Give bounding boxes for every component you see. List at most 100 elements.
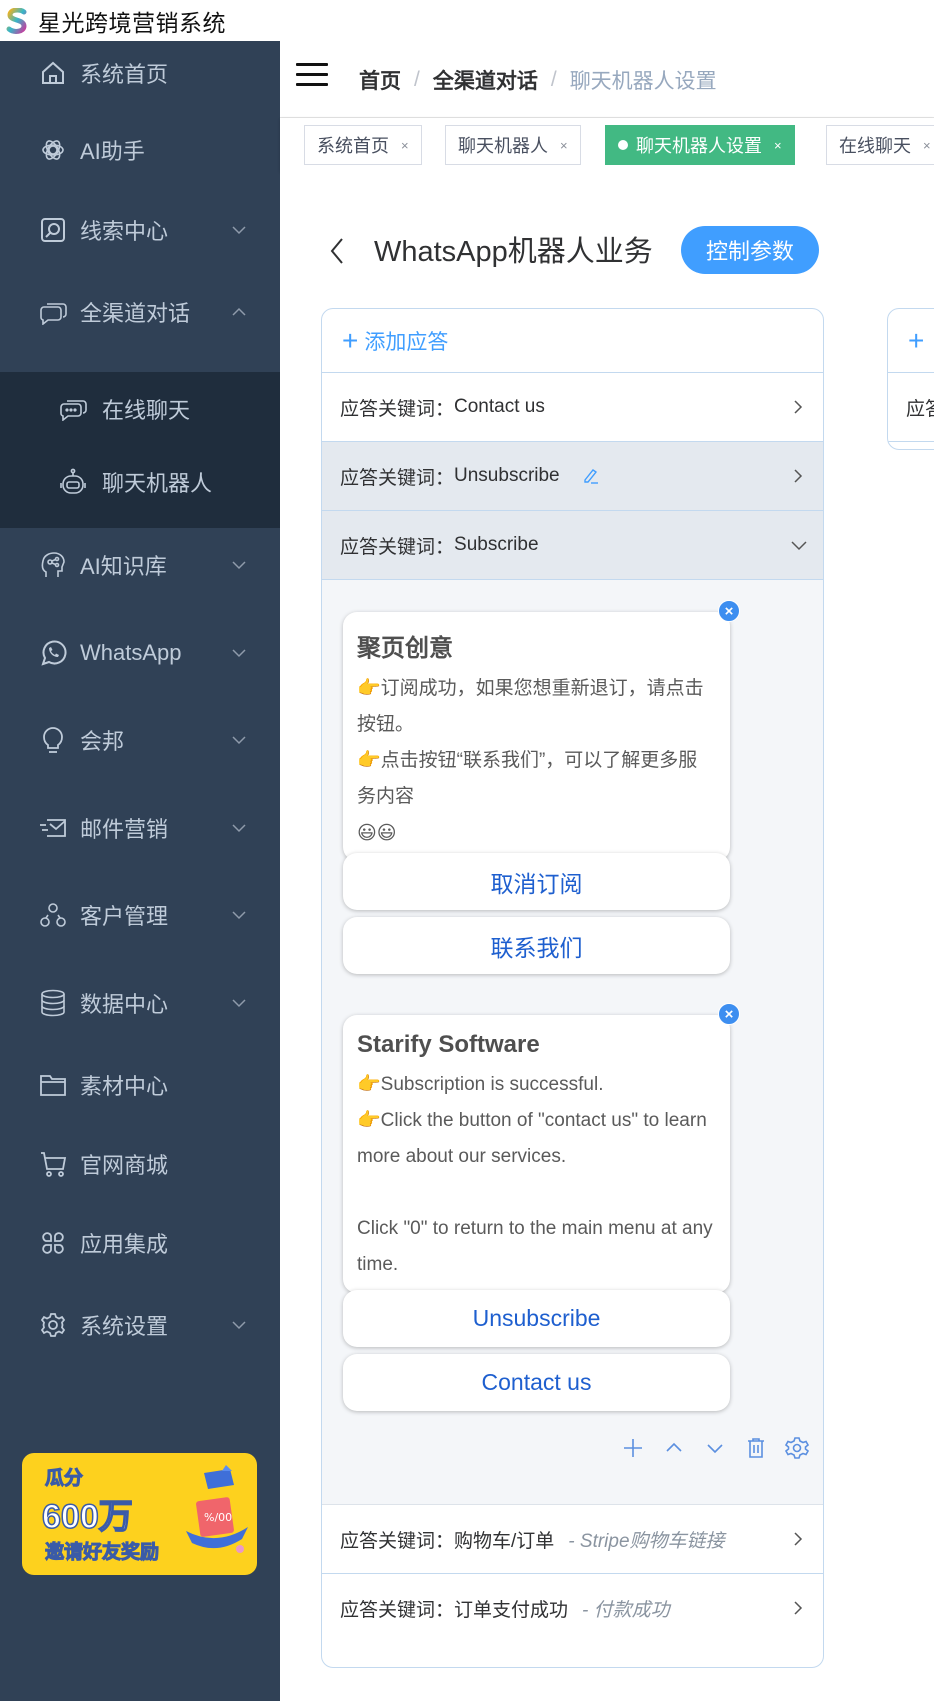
message-card[interactable]: × Starify Software 👉Subscription is succ… (343, 1003, 740, 1293)
apps-icon (38, 1228, 68, 1258)
sidebar-item-label: AI助手 (80, 139, 145, 164)
sidebar-item-label: 客户管理 (80, 904, 169, 929)
reply-button-contact-us[interactable]: Contact us (343, 1354, 730, 1411)
sidebar-item-label: 系统首页 (80, 62, 169, 87)
robot-icon (58, 467, 88, 497)
reply-button-unsubscribe[interactable]: Unsubscribe (343, 1290, 730, 1347)
close-icon[interactable]: × (560, 138, 568, 153)
response-panel-secondary: + 应答 (887, 308, 934, 450)
sidebar-item-label: 应用集成 (80, 1232, 169, 1257)
brain-head-icon (38, 550, 68, 580)
tag-live-chat[interactable]: 在线聊天 × (826, 125, 934, 165)
sidebar-item-home[interactable]: 系统首页 (0, 43, 280, 103)
tag-home[interactable]: 系统首页 × (304, 125, 422, 165)
sidebar: 系统首页 AI助手 线索中心 全渠道对话 在线聊天 聊天机器人 AI知识库 Wh… (0, 41, 280, 1701)
keyword-row[interactable]: 应答关键词： 购物车/订单 - Stripe购物车链接 (322, 1505, 823, 1574)
keyword-row[interactable]: 应答关键词： Contact us (322, 373, 823, 442)
keyword-value: Contact us (454, 396, 545, 417)
sidebar-item-label: 素材中心 (80, 1074, 169, 1099)
sidebar-item-whatsapp[interactable]: WhatsApp (0, 623, 280, 683)
sidebar-item-settings[interactable]: 系统设置 (0, 1295, 280, 1355)
search-box-icon (38, 215, 68, 245)
sidebar-item-integrations[interactable]: 应用集成 (0, 1213, 280, 1273)
chevron-down-icon (232, 736, 246, 745)
keyword-row[interactable]: 应答 (888, 373, 934, 442)
chevron-down-icon (232, 561, 246, 570)
sidebar-item-leads[interactable]: 线索中心 (0, 200, 280, 260)
close-icon[interactable]: × (718, 600, 740, 622)
add-icon[interactable] (621, 1436, 645, 1460)
reply-button-unsubscribe-cn[interactable]: 取消订阅 (343, 853, 730, 910)
chevron-down-icon (232, 649, 246, 658)
control-parameters-button[interactable]: 控制参数 (681, 226, 819, 274)
page-title: WhatsApp机器人业务 (374, 236, 653, 268)
chevron-down-icon (232, 999, 246, 1008)
sidebar-item-store[interactable]: 官网商城 (0, 1134, 280, 1194)
sidebar-item-email-marketing[interactable]: 邮件营销 (0, 798, 280, 858)
reply-button-contact-cn[interactable]: 联系我们 (343, 917, 730, 974)
database-icon (38, 988, 68, 1018)
keyword-row[interactable]: 应答关键词： Unsubscribe (322, 442, 823, 511)
chat-bubbles-icon (38, 297, 68, 327)
chevron-down-icon (232, 824, 246, 833)
add-response-button[interactable]: + 添加应答 (322, 309, 823, 373)
chevron-down-icon (232, 1321, 246, 1330)
trash-icon[interactable] (744, 1436, 768, 1460)
sidebar-item-data-center[interactable]: 数据中心 (0, 973, 280, 1033)
breadcrumb-omnichannel[interactable]: 全渠道对话 (433, 65, 538, 95)
message-line-emoji: 😃😃 (357, 822, 397, 844)
settings-icon[interactable] (785, 1436, 809, 1460)
invite-friends-promo-banner[interactable]: 瓜分 600万 邀请好友奖励 %/00 (22, 1453, 257, 1575)
message-line: Click "0" to return to the main menu at … (357, 1218, 713, 1275)
chevron-right-icon (794, 1601, 803, 1615)
move-up-icon[interactable] (662, 1436, 686, 1460)
sidebar-item-huibang[interactable]: 会邦 (0, 710, 280, 770)
sidebar-item-label: 系统设置 (80, 1314, 169, 1339)
sidebar-item-label: 线索中心 (80, 219, 169, 244)
chevron-down-icon (232, 226, 246, 235)
message-line: 👉Click the button of "contact us" to lea… (357, 1110, 707, 1167)
close-icon[interactable]: × (774, 138, 782, 153)
add-response-button[interactable]: + (888, 309, 934, 373)
sidebar-item-customers[interactable]: 客户管理 (0, 885, 280, 945)
keyword-prefix: 应答关键词： (340, 536, 455, 558)
move-down-icon[interactable] (703, 1436, 727, 1460)
tag-label: 聊天机器人设置 (636, 136, 762, 156)
sidebar-item-label: 数据中心 (80, 992, 169, 1017)
tag-chatbot[interactable]: 聊天机器人 × (445, 125, 581, 165)
message-line-blank (357, 1175, 716, 1211)
hamburger-menu-icon[interactable] (296, 63, 328, 91)
sidebar-item-label: 会邦 (80, 729, 125, 754)
add-response-label: 添加应答 (364, 330, 449, 354)
main-content: WhatsApp机器人业务 控制参数 + 添加应答 应答关键词： Contact… (280, 172, 934, 1701)
message-card[interactable]: × 聚页创意 👉订阅成功，如果您想重新退订，请点击按钮。 👉点击按钮“联系我们”… (343, 600, 740, 861)
back-arrow-icon[interactable] (326, 236, 348, 266)
keyword-row[interactable]: 应答关键词： 订单支付成功 - 付款成功 (322, 1574, 823, 1643)
tag-label: 系统首页 (317, 136, 389, 156)
keyword-prefix: 应答 (906, 398, 934, 420)
tag-chatbot-settings[interactable]: 聊天机器人设置 × (605, 125, 795, 165)
close-icon[interactable]: × (923, 138, 931, 153)
keyword-row-expanded[interactable]: 应答关键词： Subscribe (322, 511, 823, 580)
sidebar-item-ai-knowledge[interactable]: AI知识库 (0, 535, 280, 595)
submenu-item-chatbot[interactable]: 聊天机器人 (0, 447, 280, 517)
edit-pencil-icon[interactable] (582, 467, 600, 485)
sidebar-item-omnichannel[interactable]: 全渠道对话 (0, 282, 280, 342)
submenu-item-label: 聊天机器人 (102, 471, 213, 496)
close-icon[interactable]: × (718, 1003, 740, 1025)
submenu-item-live-chat[interactable]: 在线聊天 (0, 374, 280, 444)
close-icon[interactable]: × (401, 138, 409, 153)
breadcrumb-home[interactable]: 首页 (359, 65, 401, 95)
message-title: Starify Software (357, 1031, 540, 1058)
top-navbar: 首页 / 全渠道对话 / 聊天机器人设置 (280, 41, 934, 118)
response-panel: + 添加应答 应答关键词： Contact us 应答关键词： Unsubscr… (321, 308, 824, 1668)
app-logo-icon (6, 7, 27, 34)
promo-line-3: 邀请好友奖励 (44, 1542, 160, 1564)
keyword-prefix: 应答关键词： (340, 1530, 455, 1552)
response-editor: × 聚页创意 👉订阅成功，如果您想重新退订，请点击按钮。 👉点击按钮“联系我们”… (322, 580, 823, 1505)
customers-icon (38, 900, 68, 930)
breadcrumb-separator: / (550, 68, 557, 91)
sidebar-item-ai-assistant[interactable]: AI助手 (0, 120, 280, 180)
sidebar-item-materials[interactable]: 素材中心 (0, 1055, 280, 1115)
sidebar-item-label: 邮件营销 (80, 817, 169, 842)
